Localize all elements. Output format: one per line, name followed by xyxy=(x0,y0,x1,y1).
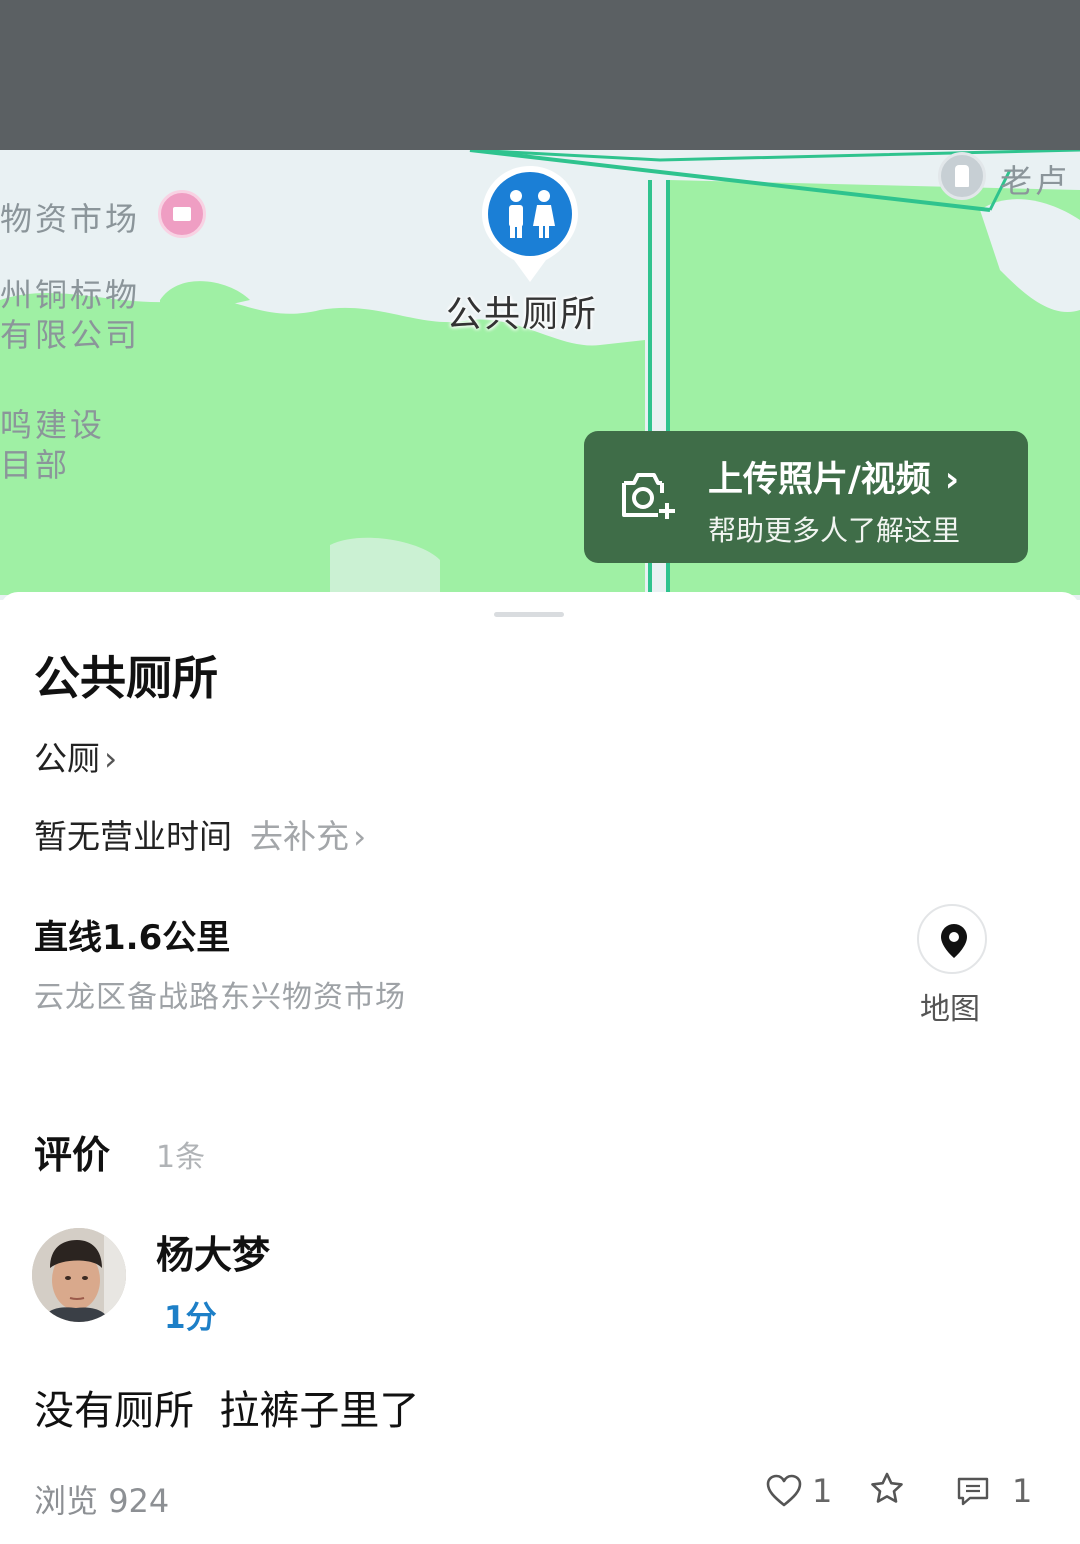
review-score: 1分 xyxy=(164,1300,217,1336)
category-label: 公厕 xyxy=(34,739,100,778)
map-label-company-2: 有限公司 xyxy=(0,316,141,354)
heart-icon xyxy=(766,1474,802,1507)
comment-button[interactable]: 1 xyxy=(956,1472,1032,1510)
map-label-market: 物资市场 xyxy=(0,200,141,238)
review-text: 没有厕所 拉裤子里了 xyxy=(34,1388,420,1434)
user-photo-icon xyxy=(32,1228,126,1322)
drag-handle[interactable] xyxy=(494,612,564,617)
upload-title: 上传照片/视频 › xyxy=(708,460,960,500)
upload-subtitle: 帮助更多人了解这里 xyxy=(708,514,961,547)
category-link[interactable]: 公厕 › xyxy=(34,732,117,780)
landmark-poi-icon[interactable] xyxy=(938,152,986,200)
like-button[interactable]: 1 xyxy=(766,1472,832,1510)
comment-count: 1 xyxy=(1012,1472,1033,1510)
status-bar-overlay xyxy=(0,0,1080,150)
map-button[interactable] xyxy=(917,904,987,974)
reviewer-name[interactable]: 杨大梦 xyxy=(156,1224,270,1279)
views-count: 浏览 924 xyxy=(34,1476,169,1522)
views-label: 浏览 xyxy=(34,1482,99,1520)
upload-photo-card[interactable]: 上传照片/视频 › 帮助更多人了解这里 xyxy=(584,431,1028,563)
market-poi-icon[interactable] xyxy=(158,190,206,238)
chevron-right-icon: › xyxy=(104,739,118,778)
hours-text: 暂无营业时间 xyxy=(34,817,232,856)
location-pin-icon xyxy=(941,924,967,958)
reviews-count: 1条 xyxy=(156,1140,206,1175)
avatar[interactable] xyxy=(32,1228,126,1322)
pin-label: 公共厕所 xyxy=(446,294,599,335)
comment-icon xyxy=(957,1477,989,1506)
reviews-heading: 评价 xyxy=(34,1133,111,1177)
favorite-button[interactable] xyxy=(870,1472,904,1504)
address-text: 云龙区备战路东兴物资市场 xyxy=(34,980,406,1015)
map-label-top-right: 老卢 xyxy=(1000,162,1071,200)
add-hours-link[interactable]: 去补充 › xyxy=(250,817,366,856)
like-count: 1 xyxy=(812,1472,833,1510)
star-icon xyxy=(871,1472,903,1503)
map-button-label[interactable]: 地图 xyxy=(920,984,980,1028)
toilet-pin-icon[interactable] xyxy=(478,162,582,286)
map-label-construction-2: 目部 xyxy=(0,446,71,484)
business-hours: 暂无营业时间 去补充 › xyxy=(34,810,366,858)
place-detail-sheet: 公共厕所 公厕 › 暂无营业时间 去补充 › 直线1.6公里 云龙区备战路东兴物资市场… xyxy=(0,592,1080,1544)
chevron-right-icon: › xyxy=(944,460,960,500)
views-number: 924 xyxy=(108,1482,170,1520)
map-view[interactable]: 物资市场 州铜标物 有限公司 鸣建设 目部 老卢 公共厕所 上传照片/视频 › 帮… xyxy=(0,150,1080,600)
distance-text: 直线1.6公里 xyxy=(34,918,231,958)
place-title: 公共厕所 xyxy=(34,651,218,705)
camera-add-icon xyxy=(622,473,675,519)
chevron-right-icon: › xyxy=(353,817,367,856)
